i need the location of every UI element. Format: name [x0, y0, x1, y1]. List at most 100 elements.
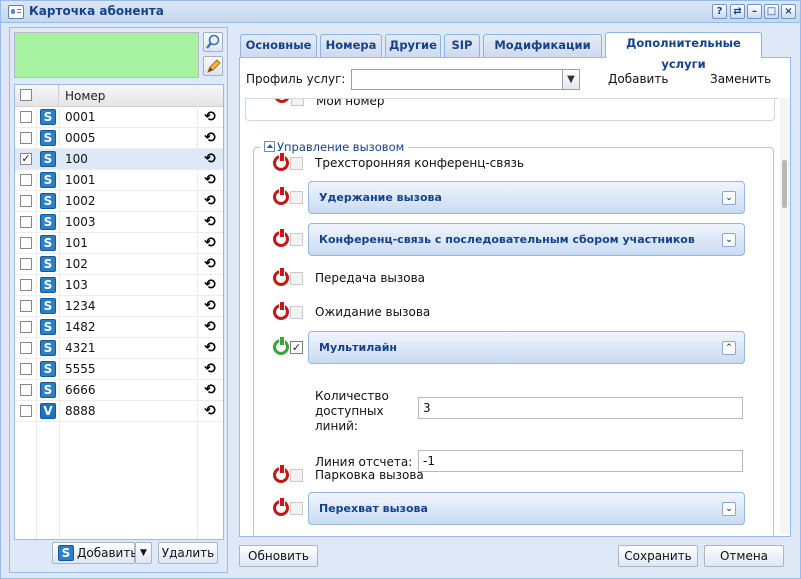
- row-checkbox[interactable]: [20, 363, 32, 375]
- power-on-icon[interactable]: [273, 337, 289, 355]
- help-button[interactable]: ?: [712, 4, 727, 19]
- service-profile-combo[interactable]: [351, 69, 580, 90]
- subscriber-row[interactable]: S 0005 ⟲: [15, 128, 223, 149]
- power-off-icon[interactable]: [273, 498, 289, 516]
- edit-button[interactable]: [203, 56, 223, 76]
- service-checkbox[interactable]: [290, 306, 303, 319]
- select-all-checkbox[interactable]: [20, 89, 32, 101]
- row-checkbox[interactable]: [20, 216, 32, 228]
- row-checkbox[interactable]: [20, 195, 32, 207]
- subscriber-row[interactable]: S 101 ⟲: [15, 233, 223, 254]
- service-group-header[interactable]: Мультилайн ⌃: [308, 331, 745, 364]
- power-off-icon[interactable]: [274, 99, 290, 103]
- subscriber-row[interactable]: S 103 ⟲: [15, 275, 223, 296]
- history-icon[interactable]: ⟲: [202, 277, 218, 293]
- service-checkbox[interactable]: [290, 272, 303, 285]
- service-checkbox[interactable]: [290, 191, 303, 204]
- add-profile-button[interactable]: Добавить: [608, 72, 668, 86]
- expand-icon[interactable]: ⌄: [722, 191, 736, 205]
- power-off-icon[interactable]: [273, 465, 289, 483]
- subscriber-row[interactable]: S 0001 ⟲: [15, 107, 223, 128]
- service-group-header[interactable]: Удержание вызова ⌄: [308, 181, 745, 214]
- available-lines-input[interactable]: 3: [418, 397, 743, 419]
- row-checkbox[interactable]: [20, 174, 32, 186]
- collapse-icon[interactable]: ⌃: [722, 341, 736, 355]
- history-icon[interactable]: ⟲: [202, 151, 218, 167]
- power-off-icon[interactable]: [273, 302, 289, 320]
- history-icon[interactable]: ⟲: [202, 193, 218, 209]
- history-icon[interactable]: ⟲: [202, 172, 218, 188]
- history-icon[interactable]: ⟲: [202, 319, 218, 335]
- service-checkbox[interactable]: [290, 502, 303, 515]
- service-checkbox[interactable]: [290, 233, 303, 246]
- history-icon[interactable]: ⟲: [202, 298, 218, 314]
- tab-other[interactable]: Другие: [385, 34, 441, 57]
- refresh-button[interactable]: Обновить: [239, 545, 318, 567]
- replace-profile-button[interactable]: Заменить: [710, 72, 771, 86]
- save-button[interactable]: Сохранить: [618, 545, 698, 567]
- row-checkbox[interactable]: [20, 258, 32, 270]
- minimize-button[interactable]: –: [747, 4, 762, 19]
- tab-numbers[interactable]: Номера: [320, 34, 382, 57]
- history-icon[interactable]: ⟲: [202, 361, 218, 377]
- subscriber-row[interactable]: S 1003 ⟲: [15, 212, 223, 233]
- cancel-button[interactable]: Отмена: [704, 545, 784, 567]
- subscriber-row[interactable]: S 1002 ⟲: [15, 191, 223, 212]
- power-off-icon[interactable]: [273, 187, 289, 205]
- service-checkbox[interactable]: [290, 469, 303, 482]
- history-icon[interactable]: ⟲: [202, 235, 218, 251]
- row-checkbox[interactable]: [20, 384, 32, 396]
- row-checkbox[interactable]: [20, 342, 32, 354]
- row-checkbox[interactable]: [20, 279, 32, 291]
- history-icon[interactable]: ⟲: [202, 256, 218, 272]
- subscriber-row[interactable]: S 102 ⟲: [15, 254, 223, 275]
- history-icon[interactable]: ⟲: [202, 340, 218, 356]
- row-checkbox[interactable]: [20, 132, 32, 144]
- close-button[interactable]: ×: [781, 4, 796, 19]
- subscriber-row[interactable]: S 5555 ⟲: [15, 359, 223, 380]
- start-line-input[interactable]: -1: [418, 450, 743, 472]
- subscriber-row[interactable]: S 1234 ⟲: [15, 296, 223, 317]
- refresh-window-button[interactable]: ⇄: [730, 4, 745, 19]
- service-checkbox[interactable]: [290, 157, 303, 170]
- subscriber-row[interactable]: S 4321 ⟲: [15, 338, 223, 359]
- expand-icon[interactable]: ⌄: [722, 502, 736, 516]
- my-number-checkbox[interactable]: [291, 99, 304, 106]
- row-checkbox[interactable]: [20, 321, 32, 333]
- tab-general[interactable]: Основные: [240, 34, 317, 57]
- history-icon[interactable]: ⟲: [202, 403, 218, 419]
- search-area[interactable]: [14, 32, 199, 78]
- service-checkbox[interactable]: ✓: [290, 341, 303, 354]
- subscriber-row[interactable]: V 8888 ⟲: [15, 401, 223, 422]
- add-subscriber-button[interactable]: S Добавить: [52, 542, 137, 564]
- expand-icon[interactable]: ⌄: [722, 233, 736, 247]
- add-type-dropdown-button[interactable]: ▼: [135, 542, 152, 564]
- row-checkbox[interactable]: [20, 111, 32, 123]
- history-icon[interactable]: ⟲: [202, 214, 218, 230]
- row-checkbox[interactable]: [20, 300, 32, 312]
- history-icon[interactable]: ⟲: [202, 109, 218, 125]
- tab-sip-modifications[interactable]: Модификации SIP: [483, 34, 602, 73]
- history-icon[interactable]: ⟲: [202, 130, 218, 146]
- subscriber-row[interactable]: S 6666 ⟲: [15, 380, 223, 401]
- maximize-button[interactable]: □: [764, 4, 779, 19]
- service-group-header[interactable]: Конференц-связь с последовательным сборо…: [308, 223, 745, 256]
- power-off-icon[interactable]: [273, 268, 289, 286]
- tab-sip[interactable]: SIP: [444, 34, 480, 57]
- collapse-toggle-icon[interactable]: [264, 141, 275, 152]
- subscriber-row[interactable]: S 1001 ⟲: [15, 170, 223, 191]
- services-scrollbar[interactable]: [780, 98, 790, 534]
- row-checkbox[interactable]: ✓: [20, 153, 32, 165]
- service-profile-dropdown-trigger[interactable]: ▼: [562, 69, 580, 90]
- number-column-header[interactable]: Номер: [65, 89, 105, 103]
- row-checkbox[interactable]: [20, 405, 32, 417]
- service-group-header[interactable]: Перехват вызова ⌄: [308, 492, 745, 525]
- subscriber-row[interactable]: ✓ S 100 ⟲: [15, 149, 223, 170]
- delete-subscriber-button[interactable]: Удалить: [158, 542, 218, 564]
- subscriber-row[interactable]: S 1482 ⟲: [15, 317, 223, 338]
- search-button[interactable]: [203, 32, 223, 52]
- services-scroll-area[interactable]: Мой номер Управление вызовом Трехсторонн…: [245, 98, 778, 536]
- scrollbar-thumb[interactable]: [782, 160, 787, 208]
- power-off-icon[interactable]: [273, 153, 289, 171]
- row-checkbox[interactable]: [20, 237, 32, 249]
